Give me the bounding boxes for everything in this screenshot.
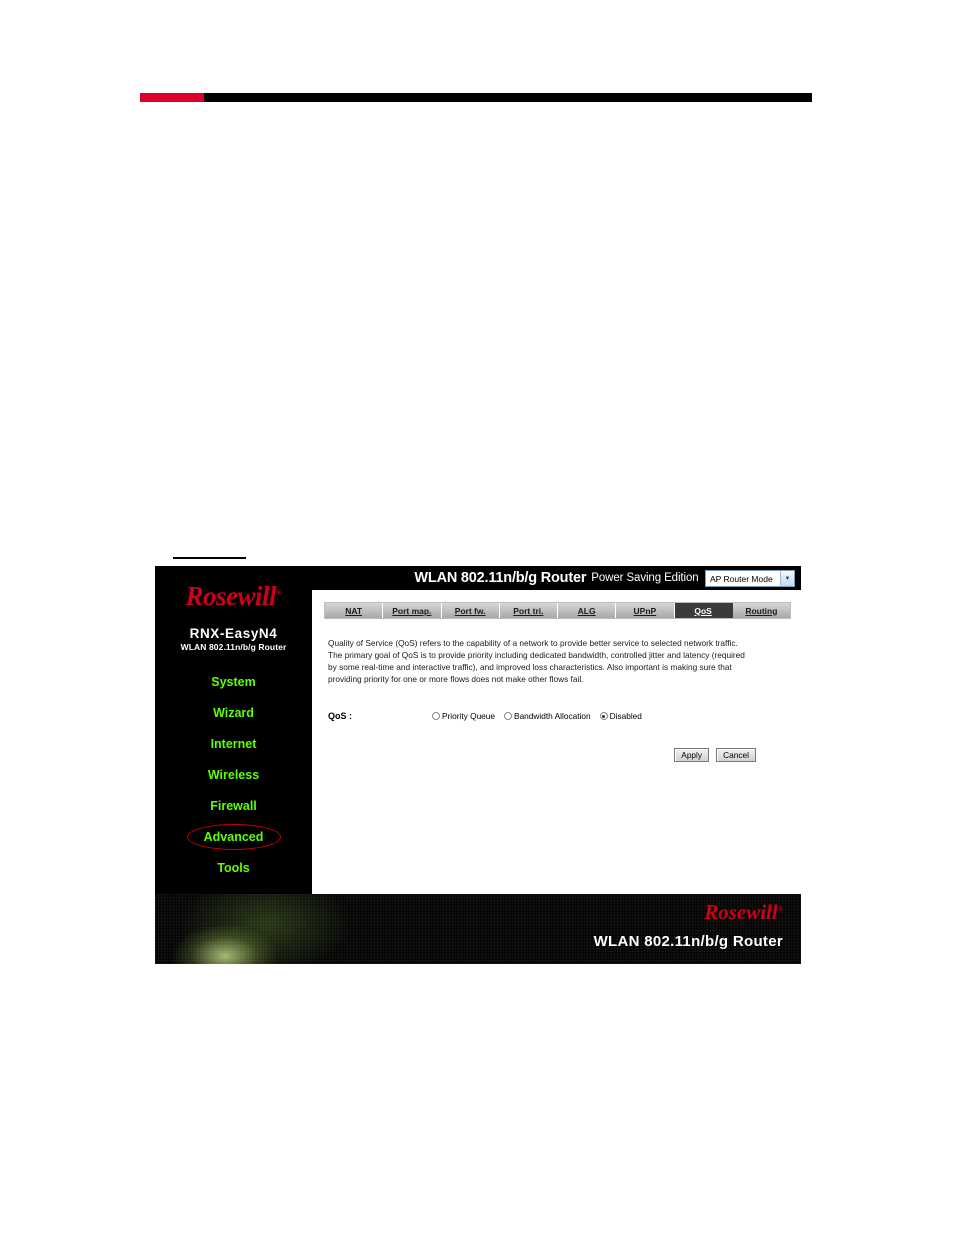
- footer-logo-text: Rosewill: [704, 900, 778, 924]
- sidebar-item-wireless[interactable]: Wireless: [155, 759, 312, 790]
- qos-option-label: Bandwidth Allocation: [514, 711, 591, 722]
- tab-bar: NAT Port map. Port fw. Port tri. ALG UPn…: [324, 602, 791, 619]
- apply-button[interactable]: Apply: [674, 748, 710, 763]
- sidebar-item-firewall[interactable]: Firewall: [155, 790, 312, 821]
- tab-nat[interactable]: NAT: [325, 603, 384, 618]
- figure-divider-rule: [173, 557, 246, 559]
- radio-icon: [504, 712, 513, 721]
- router-web-ui: Rosewill® RNX-EasyN4 WLAN 802.11n/b/g Ro…: [155, 566, 801, 898]
- qos-radio-group: Priority Queue Bandwidth Allocation Disa…: [432, 711, 642, 721]
- qos-label: QoS :: [328, 711, 352, 722]
- tab-label: ALG: [577, 605, 596, 616]
- model-subtitle: WLAN 802.11n/b/g Router: [180, 642, 287, 652]
- rosewill-logo-text: Rosewill: [185, 580, 277, 611]
- titlebar-subtitle: Power Saving Edition: [591, 572, 699, 584]
- rosewill-logo: Rosewill®: [155, 566, 312, 622]
- operation-mode-value: AP Router Mode: [710, 573, 773, 584]
- tab-label: NAT: [345, 605, 363, 616]
- sidebar-item-label: Firewall: [210, 798, 257, 813]
- footer-banner: Rosewill® WLAN 802.11n/b/g Router: [155, 894, 801, 964]
- footer-product-text: WLAN 802.11n/b/g Router: [593, 933, 783, 950]
- qos-setting-row: QoS : Priority Queue Bandwidth Allocatio…: [328, 711, 801, 721]
- operation-mode-select[interactable]: AP Router Mode ▼: [705, 570, 795, 587]
- sidebar-item-label: Advanced: [203, 829, 264, 844]
- router-admin-screenshot: Rosewill® RNX-EasyN4 WLAN 802.11n/b/g Ro…: [155, 566, 801, 964]
- form-buttons: Apply Cancel: [312, 748, 756, 763]
- sidebar-item-label: Wizard: [213, 705, 254, 720]
- qos-option-bandwidth-allocation[interactable]: Bandwidth Allocation: [504, 711, 591, 721]
- main-area: WLAN 802.11n/b/g Router Power Saving Edi…: [312, 566, 801, 898]
- sidebar-item-advanced[interactable]: Advanced: [155, 821, 312, 852]
- qos-option-disabled[interactable]: Disabled: [599, 711, 642, 722]
- header-accent-segment: [140, 93, 204, 102]
- sidebar-item-label: Wireless: [207, 767, 260, 782]
- cancel-button[interactable]: Cancel: [716, 748, 756, 763]
- page-header-rule: [140, 93, 812, 102]
- titlebar-title: WLAN 802.11n/b/g Router: [414, 570, 587, 586]
- sidebar-nav: System Wizard Internet Wireless Firewall…: [155, 666, 312, 883]
- tab-port-map[interactable]: Port map.: [383, 603, 442, 618]
- radio-icon: [432, 712, 440, 721]
- sidebar-item-system[interactable]: System: [155, 666, 312, 697]
- tab-label: Port tri.: [513, 605, 544, 616]
- tab-port-fw[interactable]: Port fw.: [442, 603, 500, 618]
- tab-alg[interactable]: ALG: [558, 603, 617, 618]
- registered-mark-icon: ®: [777, 905, 783, 913]
- qos-option-priority-queue[interactable]: Priority Queue: [432, 711, 495, 721]
- tab-routing[interactable]: Routing: [733, 603, 790, 618]
- header-bar-segment: [204, 93, 812, 102]
- sidebar-item-label: System: [211, 674, 256, 689]
- sidebar-item-label: Internet: [210, 736, 257, 751]
- tab-qos[interactable]: QoS: [674, 603, 733, 618]
- tab-label: UPnP: [633, 605, 657, 616]
- tab-label: Routing: [745, 605, 778, 616]
- tab-label: QoS: [694, 605, 712, 616]
- sidebar-item-wizard[interactable]: Wizard: [155, 697, 312, 728]
- sidebar: Rosewill® RNX-EasyN4 WLAN 802.11n/b/g Ro…: [155, 566, 312, 898]
- tab-upnp[interactable]: UPnP: [616, 603, 675, 618]
- tab-port-tri[interactable]: Port tri.: [500, 603, 558, 618]
- registered-mark-icon: ®: [276, 587, 282, 597]
- sidebar-item-internet[interactable]: Internet: [155, 728, 312, 759]
- qos-option-label: Disabled: [609, 711, 642, 722]
- radio-icon-selected: [599, 712, 608, 721]
- qos-option-label: Priority Queue: [442, 711, 496, 722]
- tab-label: Port fw.: [454, 605, 486, 616]
- chevron-down-icon: ▼: [780, 571, 794, 586]
- footer-rosewill-logo: Rosewill®: [704, 902, 783, 923]
- sidebar-item-label: Tools: [217, 860, 250, 875]
- tab-label: Port map.: [392, 605, 432, 616]
- model-name: RNX-EasyN4: [189, 626, 278, 641]
- qos-description: Quality of Service (QoS) refers to the c…: [328, 638, 745, 685]
- sidebar-item-tools[interactable]: Tools: [155, 852, 312, 883]
- titlebar: WLAN 802.11n/b/g Router Power Saving Edi…: [312, 566, 801, 590]
- content-panel: NAT Port map. Port fw. Port tri. ALG UPn…: [312, 590, 801, 898]
